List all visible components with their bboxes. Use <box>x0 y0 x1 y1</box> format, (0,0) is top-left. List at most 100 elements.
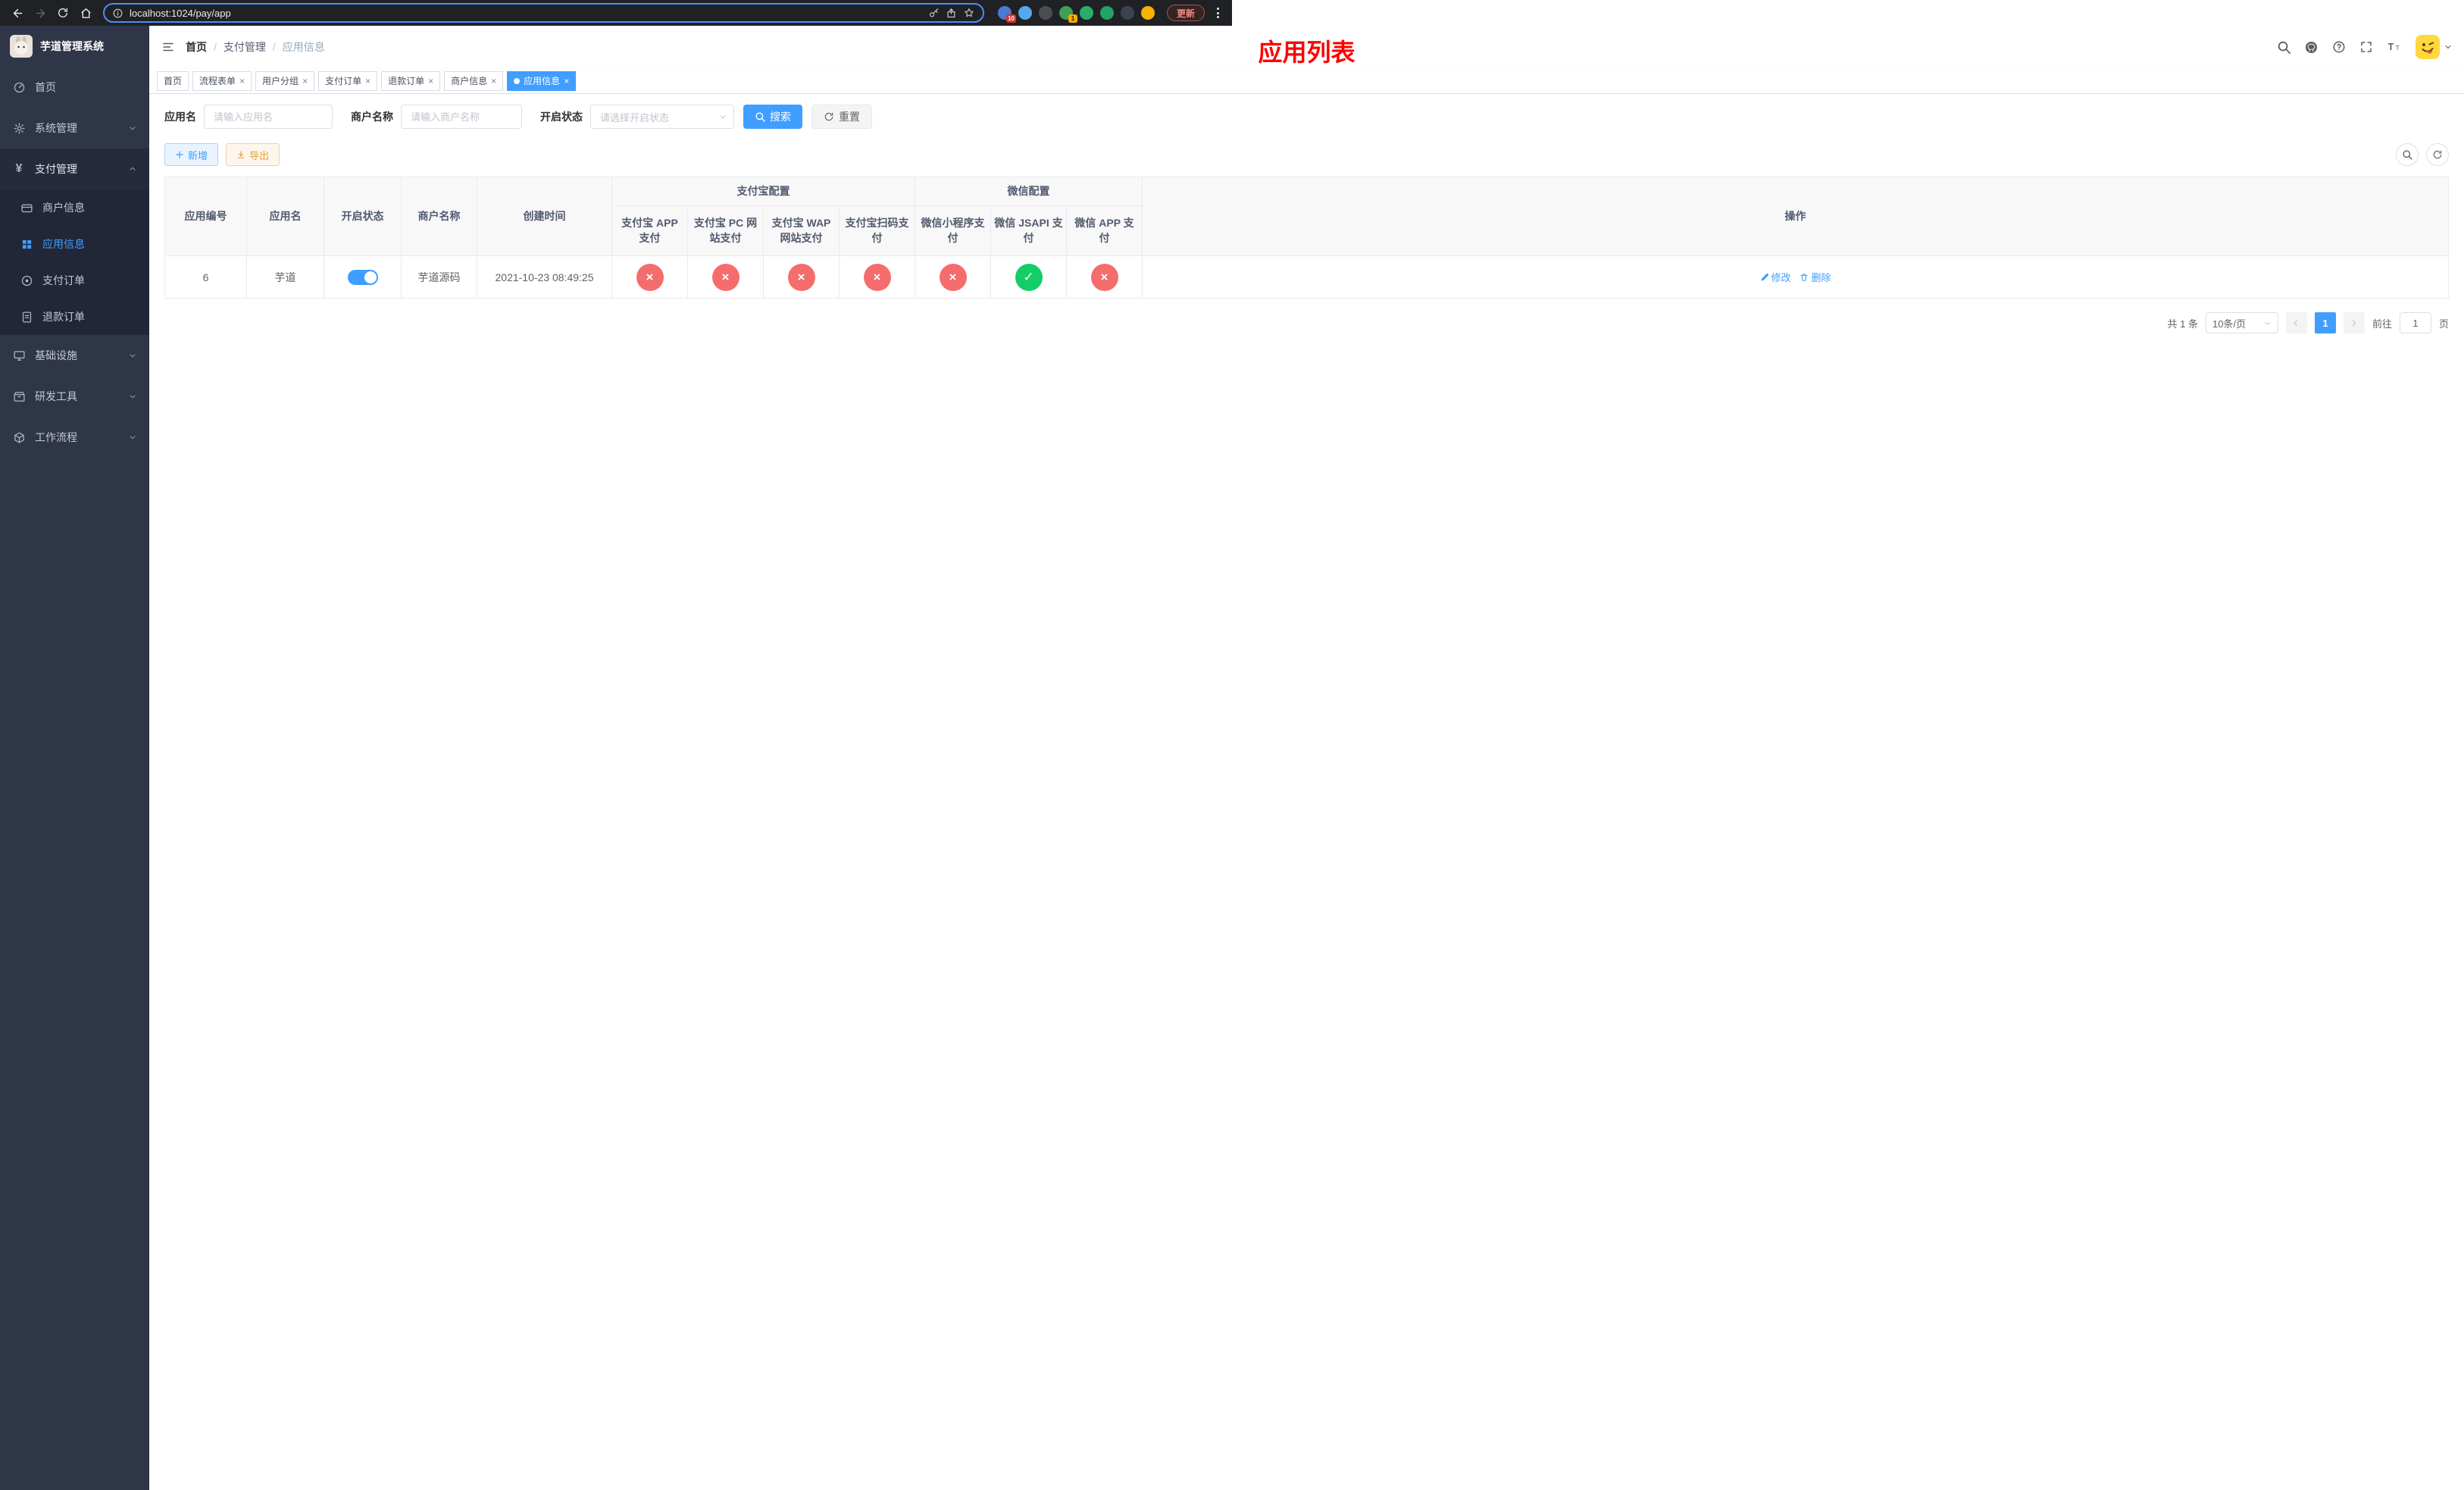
pagination: 共 1 条 10条/页 1 前往 页 <box>164 312 2449 333</box>
prev-page-button[interactable] <box>2285 312 2307 333</box>
url-text[interactable]: localhost:1024/pay/app <box>130 8 922 19</box>
address-bar[interactable]: localhost:1024/pay/app <box>103 3 984 23</box>
breadcrumb-section[interactable]: 支付管理 <box>224 39 266 55</box>
profile-extension-icon[interactable] <box>1140 6 1155 20</box>
alipay-pc-status-icon: × <box>711 263 740 291</box>
edit-link[interactable]: 修改 <box>1760 270 1791 284</box>
search-icon[interactable] <box>2277 40 2290 54</box>
sidebar-item-label: 工作流程 <box>35 431 77 443</box>
sidebar-collapse-icon[interactable] <box>161 40 175 54</box>
tab-refund-order[interactable]: 退款订单 × <box>381 70 441 91</box>
sidebar-item-dev-tools[interactable]: 研发工具 <box>0 376 149 417</box>
reset-button[interactable]: 重置 <box>811 105 872 129</box>
sidebar-item-payment[interactable]: ¥ 支付管理 <box>0 149 149 189</box>
sidebar-item-system[interactable]: 系统管理 <box>0 108 149 149</box>
next-page-button[interactable] <box>2343 312 2365 333</box>
header-actions: TT <box>2277 35 2452 59</box>
page-content: 应用名 商户名称 开启状态 请选择开启状态 搜索 重置 <box>149 94 2464 1490</box>
table-tools <box>2396 143 2449 166</box>
dashboard-icon <box>12 81 26 94</box>
browser-chrome: localhost:1024/pay/app 10 1 更新 <box>0 0 1232 26</box>
help-icon[interactable] <box>2332 40 2346 54</box>
tab-home[interactable]: 首页 <box>157 70 189 91</box>
refresh-icon <box>2433 150 2442 159</box>
close-icon[interactable]: × <box>365 77 371 86</box>
sidebar-item-refund-order[interactable]: 退款订单 <box>0 299 149 335</box>
plus-icon <box>176 151 183 158</box>
tab-pay-order[interactable]: 支付订单 × <box>318 70 378 91</box>
refresh-table-button[interactable] <box>2426 143 2449 166</box>
extension-badge: 1 <box>1068 14 1077 23</box>
close-icon[interactable]: × <box>302 77 308 86</box>
sidebar-item-workflow[interactable]: 工作流程 <box>0 417 149 458</box>
chevron-up-icon <box>128 164 137 174</box>
delete-link[interactable]: 删除 <box>1800 270 1831 284</box>
password-key-icon[interactable] <box>928 8 940 19</box>
page-info-icon[interactable] <box>112 8 124 19</box>
credit-card-icon <box>20 202 33 214</box>
col-header-merchant: 商户名称 <box>401 177 477 256</box>
sidebar-item-app-info[interactable]: 应用信息 <box>0 226 149 262</box>
goto-page-input[interactable] <box>2399 312 2431 333</box>
tab-app-info[interactable]: 应用信息 × <box>507 70 577 91</box>
fullscreen-icon[interactable] <box>2359 40 2373 54</box>
github-icon[interactable] <box>2304 40 2319 55</box>
bookmark-star-icon[interactable] <box>963 7 975 19</box>
col-header-wx-mini: 微信小程序支付 <box>915 205 991 256</box>
home-icon[interactable] <box>76 3 95 23</box>
sidebar-item-merchant-info[interactable]: 商户信息 <box>0 189 149 226</box>
breadcrumb-home[interactable]: 首页 <box>186 39 207 55</box>
app-name-input[interactable] <box>204 105 333 129</box>
toolbox-icon <box>12 390 26 403</box>
page-size-select[interactable]: 10条/页 <box>2205 312 2278 333</box>
cell-app-id: 6 <box>164 255 247 299</box>
sidebar-item-infrastructure[interactable]: 基础设施 <box>0 335 149 376</box>
close-icon[interactable]: × <box>491 77 496 86</box>
puzzle-extension-icon[interactable] <box>1120 6 1134 20</box>
font-size-icon[interactable]: TT <box>2387 40 2402 54</box>
chrome-update-button[interactable]: 更新 <box>1166 5 1205 21</box>
sidebar-item-home[interactable]: 首页 <box>0 67 149 108</box>
table-row: 6 芋道 芋道源码 2021-10-23 08:49:25 × × × × × … <box>164 255 2449 299</box>
extension-icon[interactable] <box>1038 6 1052 20</box>
close-icon[interactable]: × <box>239 77 245 86</box>
extension-icon[interactable]: 1 <box>1058 6 1077 23</box>
tab-bar: 首页 流程表单 × 用户分组 × 支付订单 × 退款订单 × 商户信息 × 应用… <box>149 68 2464 94</box>
col-header-status: 开启状态 <box>324 177 402 256</box>
sidebar-item-label: 应用信息 <box>42 238 85 250</box>
export-button[interactable]: 导出 <box>226 143 280 166</box>
status-select[interactable]: 请选择开启状态 <box>590 105 734 129</box>
tab-merchant-info[interactable]: 商户信息 × <box>444 70 504 91</box>
tab-user-group[interactable]: 用户分组 × <box>255 70 315 91</box>
wechat-extension-icon[interactable] <box>1079 6 1093 20</box>
search-button[interactable]: 搜索 <box>743 105 802 129</box>
show-search-toggle-button[interactable] <box>2396 143 2419 166</box>
sidebar-group-payment: ¥ 支付管理 商户信息 应用信息 支付订单 退款订单 <box>0 149 149 335</box>
reload-icon[interactable] <box>53 3 73 23</box>
close-icon[interactable]: × <box>428 77 433 86</box>
app-name-label: 应用名 <box>164 111 196 123</box>
back-icon[interactable] <box>8 3 27 23</box>
gear-icon <box>12 122 26 135</box>
wx-jsapi-status-icon: ✓ <box>1015 263 1043 291</box>
user-avatar <box>2416 35 2440 59</box>
status-toggle[interactable] <box>347 269 378 285</box>
share-icon[interactable] <box>946 8 957 19</box>
merchant-name-input[interactable] <box>401 105 522 129</box>
status-label: 开启状态 <box>540 111 583 123</box>
group-header-wechat: 微信配置 <box>914 177 1143 206</box>
logo-avatar <box>10 35 33 58</box>
breadcrumb-current: 应用信息 <box>282 41 325 53</box>
close-icon[interactable]: × <box>564 77 569 86</box>
forward-icon[interactable] <box>30 3 50 23</box>
page-number-1[interactable]: 1 <box>2314 312 2336 333</box>
tab-process-form[interactable]: 流程表单 × <box>192 70 252 91</box>
extension-icon[interactable] <box>1018 6 1032 20</box>
add-button[interactable]: 新增 <box>164 143 219 166</box>
notes-extension-icon[interactable] <box>1099 6 1114 20</box>
chevron-down-icon <box>128 124 137 133</box>
chrome-menu-icon[interactable] <box>1211 5 1224 21</box>
user-menu[interactable] <box>2416 35 2452 59</box>
sidebar-item-pay-order[interactable]: 支付订单 <box>0 262 149 299</box>
extension-icon[interactable]: 10 <box>997 6 1016 23</box>
